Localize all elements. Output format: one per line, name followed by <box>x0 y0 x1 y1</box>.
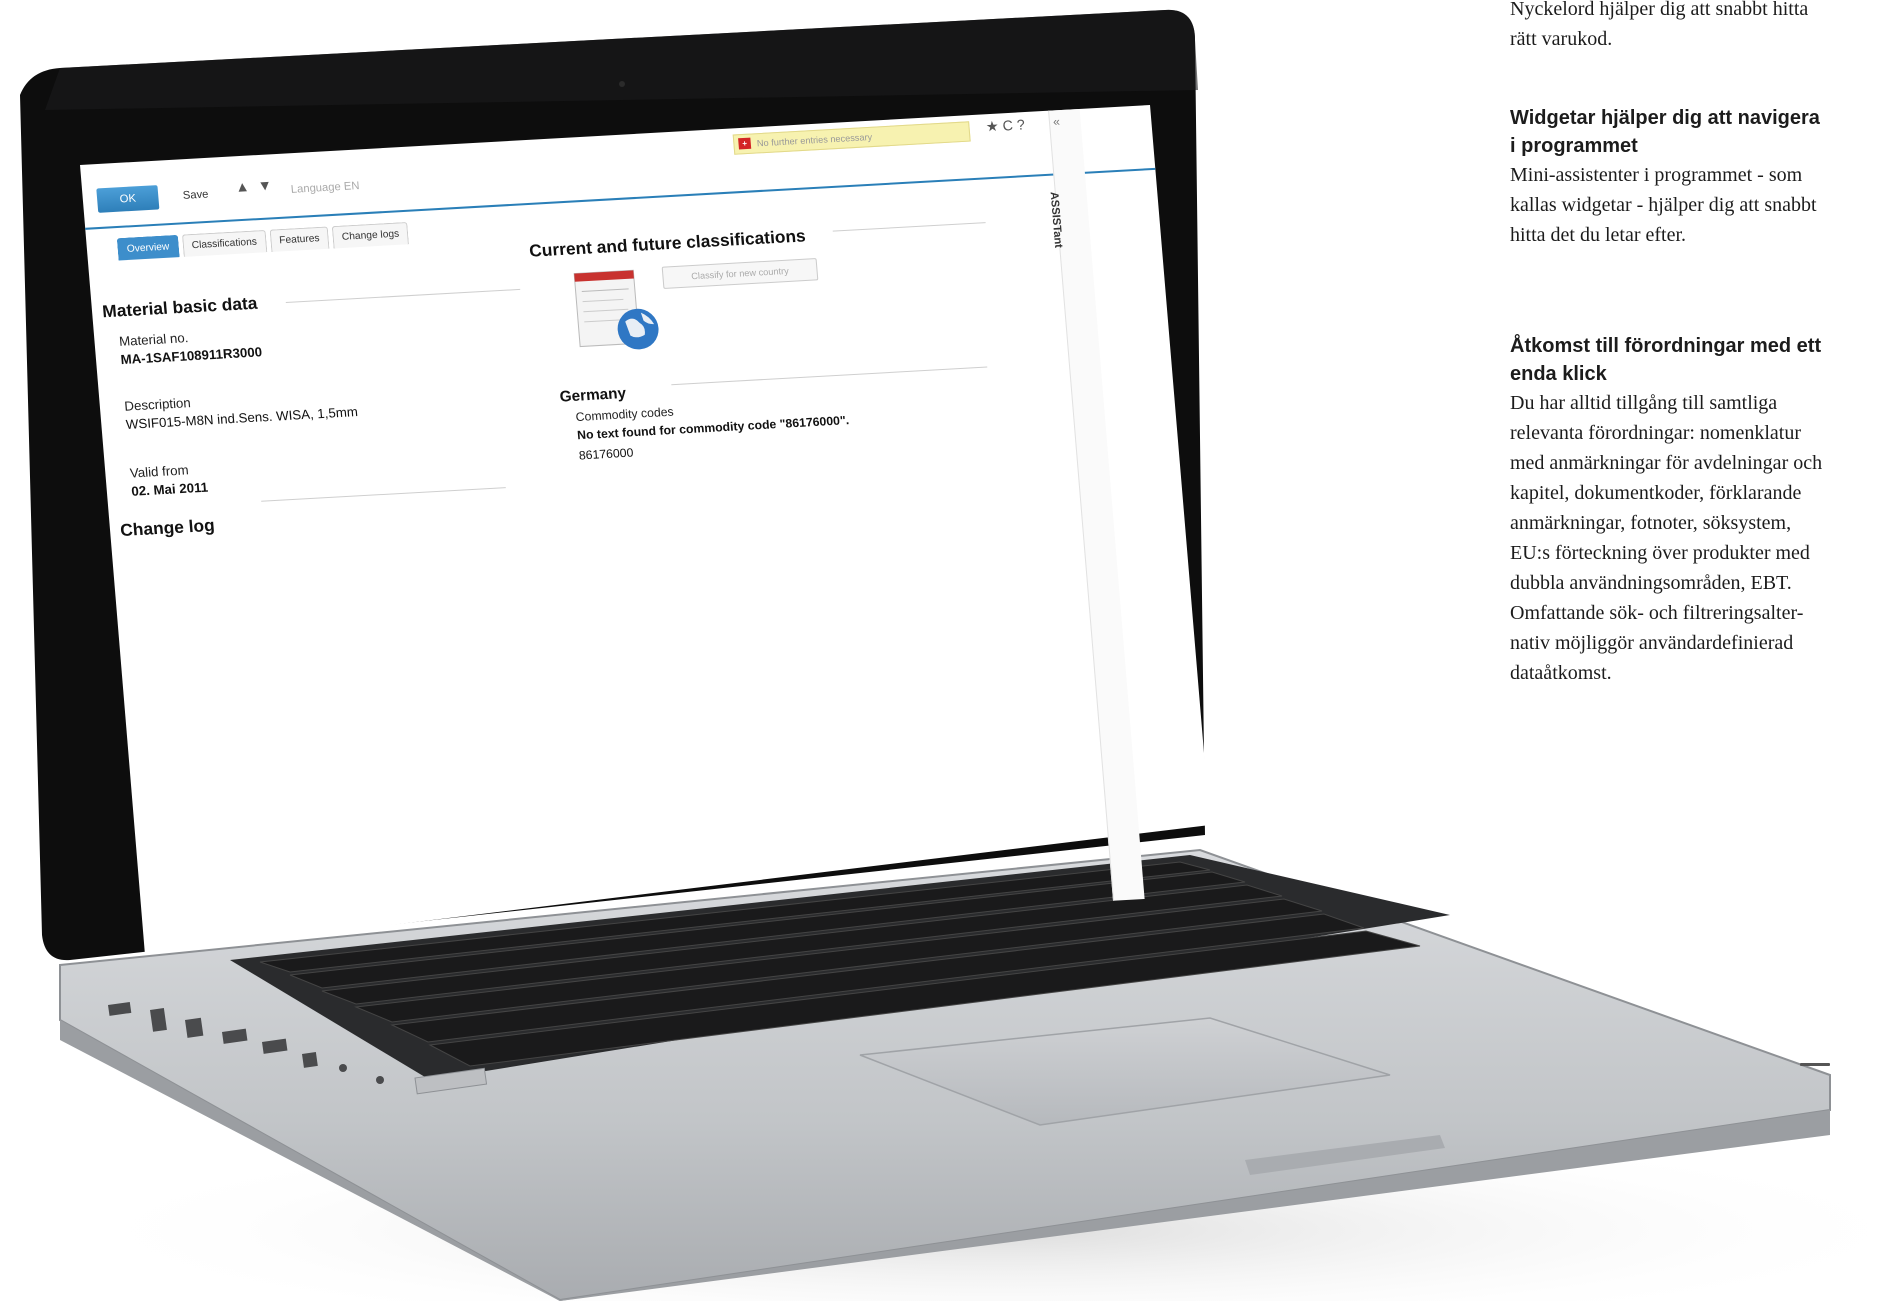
collapse-icon[interactable]: « <box>1052 114 1060 129</box>
arrow-up-icon[interactable]: ▲ <box>235 178 250 195</box>
screen-app: OK Save ▲ ▼ Language EN + No further ent… <box>80 105 1215 955</box>
body-line: Mini-assistenter i programmet - som <box>1510 164 1803 186</box>
valid-from-value: 02. Mai 2011 <box>130 479 209 499</box>
country-title: Germany <box>559 384 627 406</box>
widgets-section: Widgetar hjälper dig att navigera i prog… <box>1510 104 1820 250</box>
alert-flag-icon: + <box>738 137 752 150</box>
body-line: dataåtkomst. <box>1510 662 1612 684</box>
valid-from-label: Valid from <box>129 462 190 481</box>
commodity-codes-label: Commodity codes <box>575 404 675 425</box>
tab-change-logs[interactable]: Change logs <box>331 221 410 249</box>
assistant-label[interactable]: ASSISTant <box>1048 191 1065 248</box>
classifications-section-title: Current and future classifications <box>528 226 807 261</box>
commodity-code-value: 86176000 <box>578 445 634 463</box>
section-heading: Åtkomst till förordningar med ett <box>1510 335 1822 357</box>
tab-bar: Overview Classifications Features Change… <box>116 221 410 261</box>
divider <box>261 487 506 502</box>
section-heading: enda klick <box>1510 363 1607 385</box>
body-line: Omfattande sök- och filtreringsalter- <box>1510 602 1804 624</box>
classification-document-icon <box>573 269 659 350</box>
article-column: Nyckelord hjälper dig att snabbt hitta r… <box>1510 0 1885 1301</box>
divider <box>832 222 986 232</box>
ok-button[interactable]: OK <box>96 185 160 213</box>
body-line: relevanta förordningar: nomenklatur <box>1510 422 1801 444</box>
body-line: med anmärkningar för avdelningar och <box>1510 452 1823 474</box>
regulations-section: Åtkomst till förordningar med ett enda k… <box>1510 332 1822 688</box>
intro-line: rätt varukod. <box>1510 28 1613 50</box>
body-line: anmärkningar, fotnoter, söksystem, <box>1510 512 1792 534</box>
change-log-title: Change log <box>119 515 216 541</box>
body-line: kallas widgetar - hjälper dig att snabbt <box>1510 194 1817 216</box>
notice-text: No further entries necessary <box>756 131 873 149</box>
section-heading: i programmet <box>1510 135 1638 157</box>
assistant-panel: ASSISTant <box>1048 108 1145 901</box>
body-line: dubbla användningsområden, EBT. <box>1510 572 1792 594</box>
classify-new-country-button[interactable]: Classify for new country <box>661 258 819 289</box>
body-line: hitta det du letar efter. <box>1510 224 1687 246</box>
camera <box>619 81 625 87</box>
notice-bar: + No further entries necessary <box>732 121 971 155</box>
intro-line: Nyckelord hjälper dig att snabbt hitta <box>1510 0 1809 20</box>
body-line: nativ möjliggör användardefinierad <box>1510 632 1794 654</box>
save-button[interactable]: Save <box>182 182 210 208</box>
intro-paragraph: Nyckelord hjälper dig att snabbt hitta r… <box>1510 0 1808 54</box>
divider <box>285 288 521 304</box>
section-heading: Widgetar hjälper dig att navigera <box>1510 107 1820 129</box>
description-label: Description <box>123 394 192 414</box>
tab-classifications[interactable]: Classifications <box>181 229 267 257</box>
material-no-label: Material no. <box>118 329 189 349</box>
body-line: Du har alltid tillgång till samtliga <box>1510 392 1778 414</box>
material-section-title: Material basic data <box>101 293 259 322</box>
body-line: kapitel, dokumentkoder, förklarande <box>1510 482 1802 504</box>
tab-overview[interactable]: Overview <box>116 234 180 261</box>
divider <box>671 366 988 386</box>
body-line: EU:s förteckning över produkter med <box>1510 542 1810 564</box>
language-selector[interactable]: Language EN <box>290 174 361 202</box>
tab-features[interactable]: Features <box>269 226 330 252</box>
toolbar-icons[interactable]: ★ C ? <box>985 116 1025 135</box>
arrow-down-icon[interactable]: ▼ <box>257 177 272 194</box>
